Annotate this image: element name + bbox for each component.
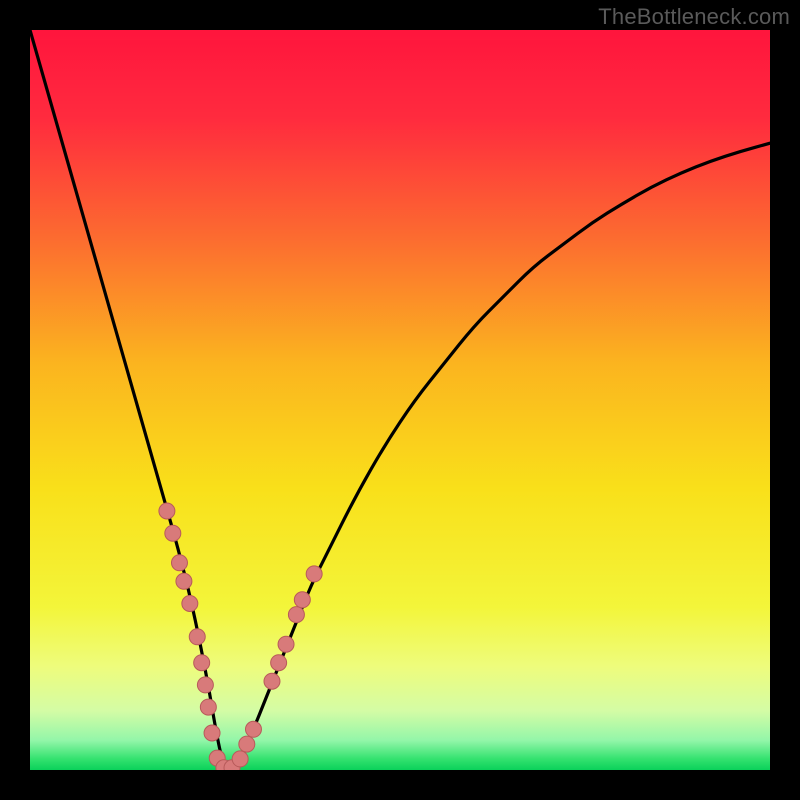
marker-dot	[159, 503, 175, 519]
marker-dot	[278, 636, 294, 652]
marker-dot	[176, 573, 192, 589]
marker-dot	[171, 555, 187, 571]
marker-dot	[204, 725, 220, 741]
marker-dot	[165, 525, 181, 541]
curve-layer	[30, 30, 770, 770]
marker-dot	[194, 655, 210, 671]
marker-dot	[200, 699, 216, 715]
marker-dots	[159, 503, 322, 770]
bottleneck-curve	[30, 30, 770, 768]
plot-area	[30, 30, 770, 770]
marker-dot	[306, 566, 322, 582]
marker-dot	[232, 751, 248, 767]
marker-dot	[264, 673, 280, 689]
marker-dot	[288, 607, 304, 623]
marker-dot	[245, 721, 261, 737]
watermark-text: TheBottleneck.com	[598, 4, 790, 30]
marker-dot	[271, 655, 287, 671]
marker-dot	[294, 592, 310, 608]
marker-dot	[239, 736, 255, 752]
marker-dot	[197, 677, 213, 693]
marker-dot	[182, 596, 198, 612]
marker-dot	[189, 629, 205, 645]
chart-frame: TheBottleneck.com	[0, 0, 800, 800]
